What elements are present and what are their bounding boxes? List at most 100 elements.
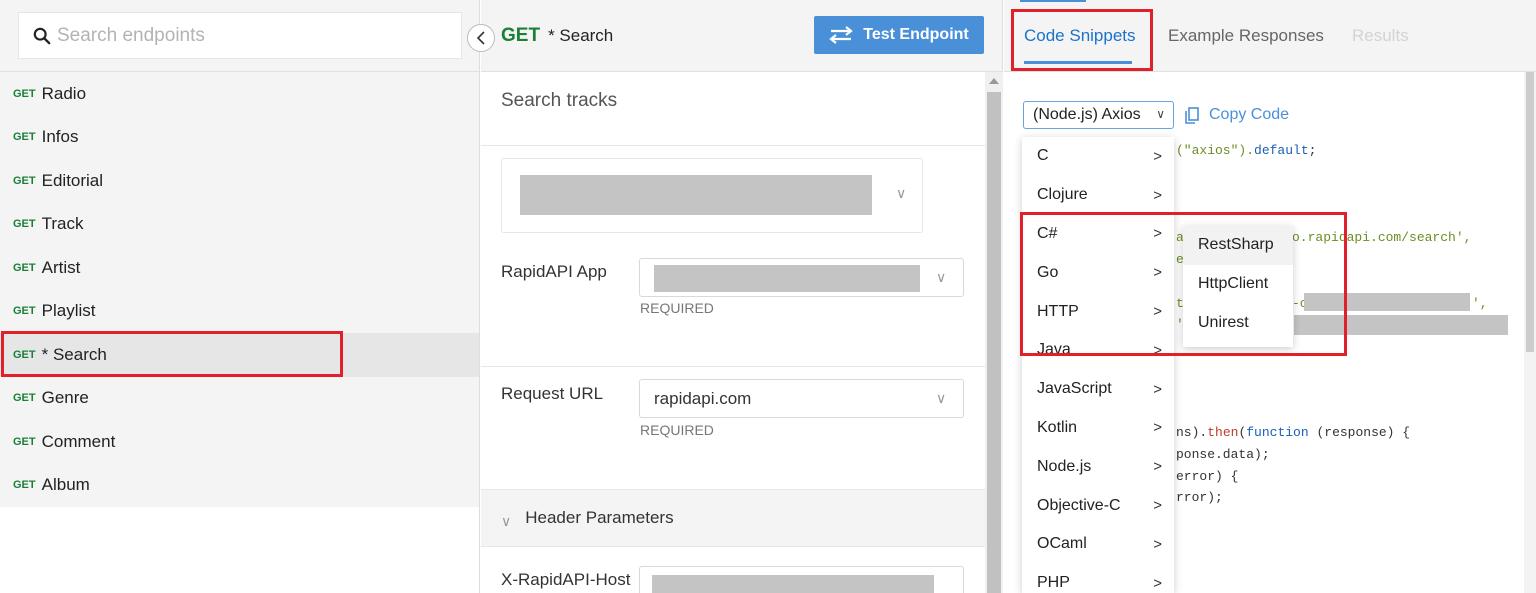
endpoint-name: Artist bbox=[41, 257, 81, 277]
search-endpoint-highlight bbox=[1, 331, 343, 377]
option-select[interactable]: ∨ bbox=[501, 158, 923, 233]
chevron-down-icon: ∨ bbox=[936, 390, 947, 406]
scrollbar-thumb[interactable] bbox=[1526, 72, 1534, 352]
endpoint-item-artist[interactable]: GET Artist bbox=[0, 246, 479, 290]
collapse-sidebar-button[interactable] bbox=[467, 24, 495, 52]
copy-code-button[interactable]: Copy Code bbox=[1185, 106, 1289, 124]
endpoint-name: Comment bbox=[41, 431, 116, 451]
code-text: error) { bbox=[1176, 469, 1239, 484]
header-parameters-toggle[interactable]: ∨ Header Parameters bbox=[481, 489, 985, 547]
scroll-up-icon[interactable] bbox=[989, 78, 999, 84]
endpoint-name: Track bbox=[41, 214, 84, 234]
redacted-value bbox=[654, 265, 920, 292]
method-badge: GET bbox=[13, 305, 36, 318]
request-url-value: rapidapi.com bbox=[654, 388, 752, 408]
language-item-c[interactable]: C > bbox=[1022, 137, 1174, 176]
code-text: ponse.data); bbox=[1176, 447, 1270, 462]
language-item-ocaml[interactable]: OCaml > bbox=[1022, 525, 1174, 564]
endpoints-sidebar: GETRadio GETInfos GETEditorial GETTrack … bbox=[0, 0, 480, 593]
language-item-nodejs[interactable]: Node.js > bbox=[1022, 447, 1174, 486]
scrollbar-thumb[interactable] bbox=[987, 92, 1001, 593]
endpoint-method: GET bbox=[501, 24, 541, 46]
code-text: (response) { bbox=[1308, 425, 1411, 440]
chevron-right-icon: > bbox=[1153, 497, 1162, 515]
tab-example-responses[interactable]: Example Responses bbox=[1168, 26, 1324, 46]
code-line: ("axios").default; bbox=[1176, 143, 1316, 158]
chevron-right-icon: > bbox=[1153, 419, 1162, 437]
search-icon bbox=[33, 27, 51, 44]
params-scrollbar[interactable] bbox=[985, 72, 1003, 593]
chevron-right-icon: > bbox=[1153, 147, 1162, 165]
language-item-kotlin[interactable]: Kotlin > bbox=[1022, 409, 1174, 448]
endpoint-title: * Search bbox=[548, 25, 614, 45]
params-area: Search tracks ∨ RapidAPI App ∨ REQUIRED … bbox=[481, 72, 985, 593]
code-keyword: default bbox=[1254, 143, 1309, 158]
test-endpoint-label: Test Endpoint bbox=[863, 26, 969, 43]
language-label: OCaml bbox=[1037, 535, 1087, 553]
endpoint-item-track[interactable]: GET Track bbox=[0, 203, 479, 247]
language-label: Clojure bbox=[1037, 186, 1088, 204]
swap-arrows-icon bbox=[829, 26, 854, 44]
copy-icon bbox=[1185, 106, 1199, 124]
endpoint-item-playlist[interactable]: GET Playlist bbox=[0, 290, 479, 334]
code-method: then bbox=[1207, 425, 1239, 440]
method-badge: GET bbox=[13, 479, 36, 492]
search-box[interactable] bbox=[18, 12, 462, 59]
request-url-select[interactable]: rapidapi.com ∨ bbox=[639, 379, 964, 418]
code-keyword: function bbox=[1246, 425, 1309, 440]
endpoint-detail-panel: GET * Search Test Endpoint Search tracks… bbox=[481, 0, 1003, 593]
redacted-value bbox=[652, 575, 934, 593]
method-badge: GET bbox=[13, 131, 36, 144]
chevron-right-icon: > bbox=[1153, 458, 1162, 476]
method-badge: GET bbox=[13, 435, 36, 448]
code-string: ("axios"). bbox=[1176, 143, 1255, 158]
endpoint-item-comment[interactable]: GET Comment bbox=[0, 420, 479, 464]
endpoint-description: Search tracks bbox=[481, 72, 985, 146]
language-item-clojure[interactable]: Clojure > bbox=[1022, 176, 1174, 215]
language-item-javascript[interactable]: JavaScript > bbox=[1022, 370, 1174, 409]
tab-results[interactable]: Results bbox=[1352, 26, 1409, 46]
endpoint-item-editorial[interactable]: GET Editorial bbox=[0, 159, 479, 203]
rapidapi-host-label: X-RapidAPI-Host bbox=[501, 570, 631, 589]
code-text: ns). bbox=[1176, 425, 1208, 440]
code-text: rror); bbox=[1176, 490, 1223, 505]
request-url-label: Request URL bbox=[501, 384, 604, 403]
endpoint-item-infos[interactable]: GET Infos bbox=[0, 116, 479, 160]
endpoint-item-album[interactable]: GET Album bbox=[0, 464, 479, 508]
chevron-down-icon: ∨ bbox=[896, 185, 907, 201]
copy-code-label: Copy Code bbox=[1209, 106, 1290, 123]
method-badge: GET bbox=[13, 87, 36, 100]
method-badge: GET bbox=[13, 174, 36, 187]
language-item-php[interactable]: PHP > bbox=[1022, 564, 1174, 593]
chevron-right-icon: > bbox=[1153, 574, 1162, 592]
chevron-right-icon: > bbox=[1153, 380, 1162, 398]
endpoint-item-genre[interactable]: GET Genre bbox=[0, 377, 479, 421]
endpoint-name: Radio bbox=[41, 83, 87, 103]
code-scrollbar[interactable] bbox=[1524, 72, 1536, 593]
rapidapi-host-input[interactable] bbox=[639, 566, 964, 593]
endpoint-name: Editorial bbox=[41, 170, 104, 190]
endpoint-name: Infos bbox=[41, 127, 79, 147]
language-select-value: (Node.js) Axios bbox=[1033, 106, 1141, 123]
endpoint-item-radio[interactable]: GET Radio bbox=[0, 72, 479, 116]
search-area bbox=[0, 0, 479, 72]
code-text: ; bbox=[1308, 143, 1317, 158]
test-endpoint-button[interactable]: Test Endpoint bbox=[814, 16, 984, 54]
chevron-left-icon bbox=[476, 31, 485, 45]
code-line: ns).then(function (response) { bbox=[1176, 425, 1410, 440]
code-line: ponse.data); bbox=[1176, 447, 1270, 462]
code-line: ', bbox=[1472, 296, 1488, 311]
rapidapi-app-select[interactable]: ∨ bbox=[639, 258, 964, 297]
csharp-menu-highlight bbox=[1020, 212, 1347, 356]
search-input[interactable] bbox=[57, 24, 437, 47]
app-required-label: REQUIRED bbox=[640, 300, 714, 316]
chevron-down-icon: ∨ bbox=[501, 512, 512, 529]
code-snippets-highlight bbox=[1011, 9, 1153, 71]
language-select[interactable]: (Node.js) Axios ∨ bbox=[1023, 101, 1174, 129]
method-badge: GET bbox=[13, 392, 36, 405]
language-item-objective-c[interactable]: Objective-C > bbox=[1022, 486, 1174, 525]
rapidapi-app-label: RapidAPI App bbox=[501, 262, 607, 281]
chevron-right-icon: > bbox=[1153, 186, 1162, 204]
language-label: C bbox=[1037, 147, 1049, 165]
endpoint-name: Album bbox=[41, 475, 90, 495]
